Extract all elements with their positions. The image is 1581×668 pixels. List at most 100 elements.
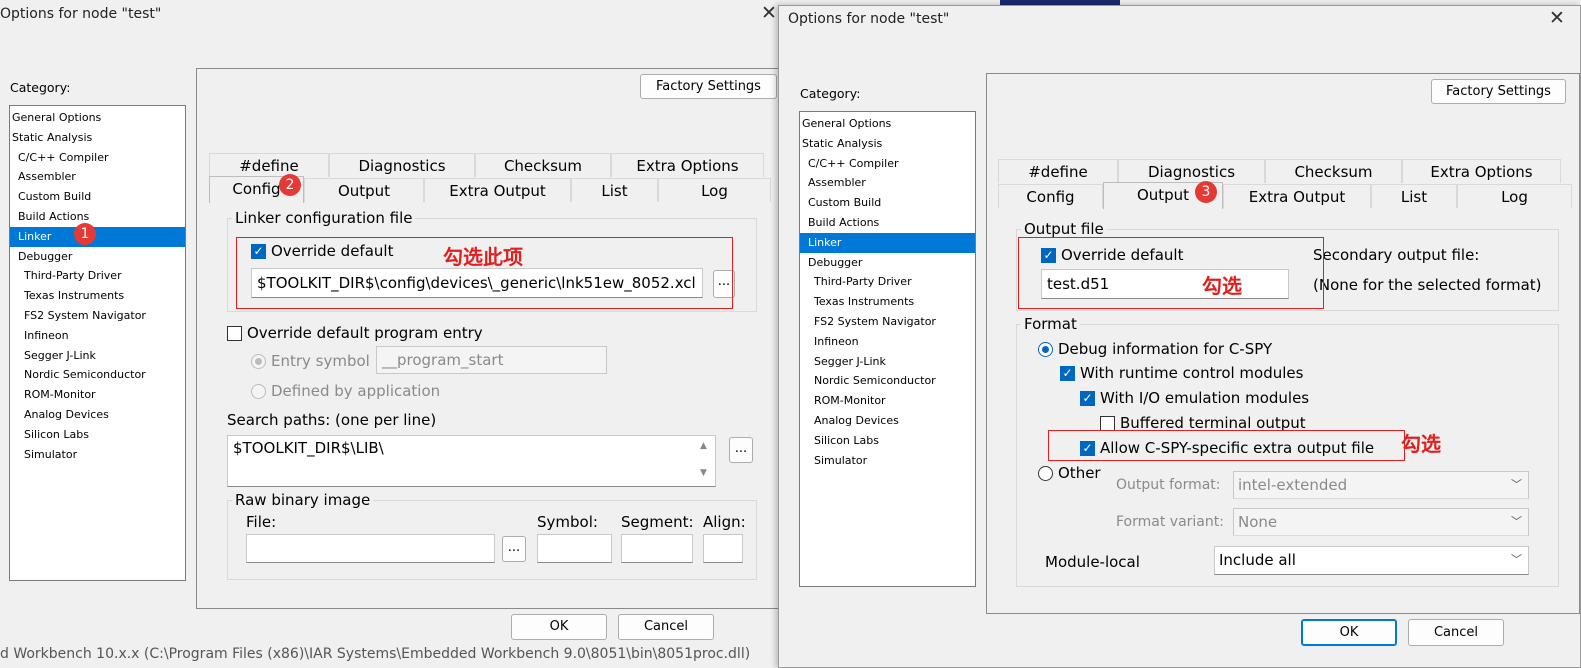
- browse-search-paths-button[interactable]: ...: [729, 437, 753, 463]
- category-item-analog-devices[interactable]: Analog Devices: [10, 405, 185, 425]
- runtime-modules-label: With runtime control modules: [1080, 364, 1304, 382]
- category-item-infineon[interactable]: Infineon: [800, 332, 975, 352]
- category-item-linker[interactable]: Linker: [10, 226, 185, 247]
- category-item-third-party-driver[interactable]: Third-Party Driver: [800, 272, 975, 292]
- tab-extra-options[interactable]: Extra Options: [1402, 159, 1561, 183]
- raw-binary-group-title: Raw binary image: [232, 491, 374, 509]
- format-variant-select[interactable]: None ﹀: [1233, 508, 1529, 536]
- io-emulation-checkbox[interactable]: ✓ With I/O emulation modules: [1080, 389, 1309, 407]
- category-item-custom-build[interactable]: Custom Build: [800, 193, 975, 213]
- entry-symbol-radio[interactable]: Entry symbol: [251, 352, 370, 370]
- category-item-static-analysis[interactable]: Static Analysis: [800, 134, 975, 154]
- runtime-modules-checkbox[interactable]: ✓ With runtime control modules: [1060, 364, 1303, 382]
- category-item-build-actions[interactable]: Build Actions: [800, 213, 975, 233]
- ok-button[interactable]: OK: [511, 614, 607, 640]
- tab-diagnostics[interactable]: Diagnostics: [1118, 159, 1265, 183]
- category-item-silicon-labs[interactable]: Silicon Labs: [10, 425, 185, 445]
- scroll-down-icon[interactable]: ▼: [700, 468, 707, 478]
- format-variant-value: None: [1238, 513, 1278, 531]
- category-item-silicon-labs[interactable]: Silicon Labs: [800, 431, 975, 451]
- defined-by-app-radio[interactable]: Defined by application: [251, 382, 440, 400]
- tab-extra-output[interactable]: Extra Output: [1223, 184, 1371, 208]
- category-item-rom-monitor[interactable]: ROM-Monitor: [10, 385, 185, 405]
- output-format-select[interactable]: intel-extended ﹀: [1233, 471, 1529, 499]
- scroll-up-icon[interactable]: ▲: [700, 441, 707, 451]
- category-item-simulator[interactable]: Simulator: [800, 451, 975, 471]
- category-item-segger-j-link[interactable]: Segger J-Link: [800, 352, 975, 372]
- checkbox-checked-icon: ✓: [1060, 365, 1075, 381]
- tab-list[interactable]: List: [1371, 184, 1457, 208]
- chevron-down-icon: ﹀: [1511, 478, 1522, 491]
- cancel-button[interactable]: Cancel: [618, 614, 714, 640]
- step-badge-2: 2: [279, 174, 301, 196]
- options-dialog-left: Options for node "test" ✕ Category: Gene…: [0, 0, 786, 668]
- category-item-texas-instruments[interactable]: Texas Instruments: [800, 292, 975, 312]
- tab-diagnostics[interactable]: Diagnostics: [329, 153, 475, 177]
- category-item-texas-instruments[interactable]: Texas Instruments: [10, 286, 185, 306]
- tab-output[interactable]: Output: [304, 178, 424, 202]
- category-item-nordic-semiconductor[interactable]: Nordic Semiconductor: [10, 365, 185, 385]
- cancel-button[interactable]: Cancel: [1408, 619, 1504, 646]
- tab-config[interactable]: Config: [998, 184, 1103, 208]
- defined-by-app-label: Defined by application: [271, 382, 441, 400]
- category-item-third-party-driver[interactable]: Third-Party Driver: [10, 266, 185, 286]
- secondary-output-label: Secondary output file:: [1313, 246, 1480, 264]
- entry-symbol-input[interactable]: __program_start: [376, 346, 607, 374]
- align-input[interactable]: [703, 534, 743, 563]
- file-label: File:: [246, 513, 277, 531]
- category-item-rom-monitor[interactable]: ROM-Monitor: [800, 391, 975, 411]
- tab-checksum[interactable]: Checksum: [1265, 159, 1402, 183]
- raw-file-input[interactable]: [246, 534, 495, 563]
- category-item-general-options[interactable]: General Options: [800, 114, 975, 134]
- checkbox-unchecked-icon: [1100, 415, 1115, 431]
- tab-checksum[interactable]: Checksum: [475, 153, 611, 177]
- category-item-c-c-compiler[interactable]: C/C++ Compiler: [10, 148, 185, 168]
- other-format-radio[interactable]: Other: [1038, 464, 1101, 482]
- category-item-fs2-system-navigator[interactable]: FS2 System Navigator: [10, 306, 185, 326]
- search-paths-label: Search paths: (one per line): [227, 411, 437, 429]
- category-item-segger-j-link[interactable]: Segger J-Link: [10, 346, 185, 366]
- format-variant-label: Format variant:: [1116, 514, 1224, 530]
- tab-define[interactable]: #define: [209, 153, 329, 177]
- close-icon[interactable]: ✕: [761, 4, 777, 23]
- tab-define[interactable]: #define: [998, 159, 1118, 183]
- override-entry-checkbox[interactable]: Override default program entry: [227, 324, 483, 342]
- dialog-title: Options for node "test": [0, 6, 162, 22]
- category-item-linker[interactable]: Linker: [800, 232, 975, 253]
- output-format-value: intel-extended: [1238, 476, 1348, 494]
- browse-raw-file-button[interactable]: ...: [502, 536, 526, 562]
- category-item-static-analysis[interactable]: Static Analysis: [10, 128, 185, 148]
- category-item-simulator[interactable]: Simulator: [10, 445, 185, 465]
- category-item-general-options[interactable]: General Options: [10, 108, 185, 128]
- category-item-nordic-semiconductor[interactable]: Nordic Semiconductor: [800, 371, 975, 391]
- tab-log[interactable]: Log: [658, 178, 771, 202]
- segment-input[interactable]: [621, 534, 693, 563]
- category-list[interactable]: General Options Static Analysis C/C++ Comp…: [799, 111, 976, 587]
- module-local-select[interactable]: Include all ﹀: [1214, 546, 1529, 575]
- tab-extra-options[interactable]: Extra Options: [611, 153, 764, 177]
- category-item-assembler[interactable]: Assembler: [10, 167, 185, 187]
- symbol-input[interactable]: [537, 534, 612, 563]
- module-local-value: Include all: [1219, 551, 1296, 569]
- category-item-assembler[interactable]: Assembler: [800, 173, 975, 193]
- category-item-build-actions[interactable]: Build Actions: [10, 207, 185, 227]
- category-item-infineon[interactable]: Infineon: [10, 326, 185, 346]
- category-item-debugger[interactable]: Debugger: [10, 247, 185, 267]
- category-item-fs2-system-navigator[interactable]: FS2 System Navigator: [800, 312, 975, 332]
- tab-list[interactable]: List: [571, 178, 658, 202]
- search-paths-textarea[interactable]: $TOOLKIT_DIR$\LIB\: [227, 435, 716, 487]
- category-item-debugger[interactable]: Debugger: [800, 253, 975, 273]
- debug-info-radio[interactable]: Debug information for C-SPY: [1038, 340, 1272, 358]
- category-item-analog-devices[interactable]: Analog Devices: [800, 411, 975, 431]
- segment-label: Segment:: [621, 513, 694, 531]
- tab-log[interactable]: Log: [1457, 184, 1572, 208]
- linker-config-group-title: Linker configuration file: [232, 209, 416, 227]
- factory-settings-button[interactable]: Factory Settings: [1431, 79, 1566, 104]
- ok-button[interactable]: OK: [1301, 619, 1397, 646]
- category-item-c-c-compiler[interactable]: C/C++ Compiler: [800, 154, 975, 174]
- category-item-custom-build[interactable]: Custom Build: [10, 187, 185, 207]
- factory-settings-button[interactable]: Factory Settings: [640, 74, 777, 99]
- category-list[interactable]: General Options Static Analysis C/C++ Comp…: [9, 105, 186, 581]
- close-icon[interactable]: ✕: [1549, 9, 1565, 28]
- tab-extra-output[interactable]: Extra Output: [424, 178, 571, 202]
